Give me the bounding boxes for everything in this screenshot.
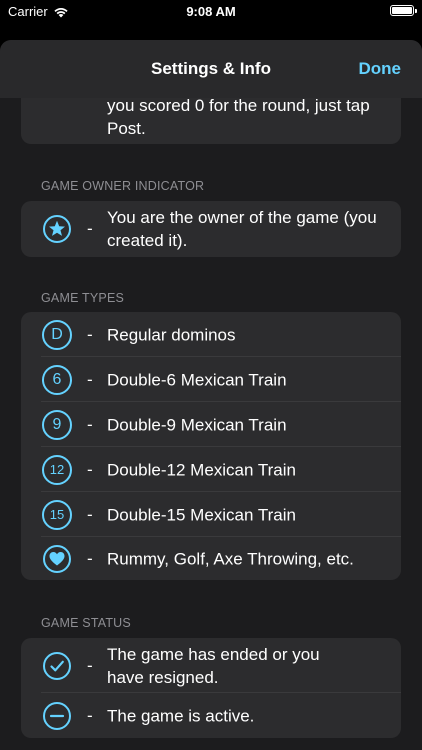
separator-dash: - [87, 655, 93, 675]
minus-circle-icon [42, 701, 72, 731]
twelve-circle-icon: 12 [42, 454, 72, 485]
status-ended-label: The game has ended or you have resigned. [107, 644, 320, 687]
game-type-label: Rummy, Golf, Axe Throwing, etc. [107, 549, 354, 568]
owner-card: - You are the owner of the game (you cre… [21, 201, 401, 257]
heart-circle-icon [42, 544, 72, 574]
list-item: - The game has ended or you have resigne… [21, 638, 401, 693]
separator-dash: - [87, 369, 93, 389]
separator-dash: - [87, 414, 93, 434]
game-type-label: Regular dominos [107, 325, 236, 344]
settings-sheet: Settings & Info Done you scored 0 for th… [0, 40, 422, 750]
separator-dash: - [87, 219, 93, 238]
separator-dash: - [87, 504, 93, 524]
list-item: 6 - Double-6 Mexican Train [21, 357, 401, 402]
game-type-label: Double-15 Mexican Train [107, 505, 296, 524]
separator-dash: - [87, 705, 93, 725]
list-item: 9 - Double-9 Mexican Train [21, 402, 401, 447]
owner-description: You are the owner of the game (you creat… [107, 208, 377, 250]
help-text: you scored 0 for the round, just tap Pos… [107, 96, 370, 138]
list-item: - The game is active. [21, 693, 401, 738]
separator-dash: - [87, 324, 93, 344]
list-item: 12 - Double-12 Mexican Train [21, 447, 401, 492]
list-item: 15 - Double-15 Mexican Train [21, 492, 401, 537]
list-item: D - Regular dominos [21, 312, 401, 357]
list-item: - Rummy, Golf, Axe Throwing, etc. [21, 537, 401, 580]
fifteen-circle-icon: 15 [42, 499, 72, 530]
screen: Carrier 9:08 AM Settings & Info Done you… [0, 0, 422, 750]
status-bar: Carrier 9:08 AM [0, 0, 422, 24]
d-circle-icon: D [42, 319, 72, 350]
game-type-label: Double-9 Mexican Train [107, 415, 287, 434]
game-type-label: Double-12 Mexican Train [107, 460, 296, 479]
nine-circle-icon: 9 [42, 409, 72, 440]
separator-dash: - [87, 459, 93, 479]
status-active-label: The game is active. [107, 706, 255, 725]
game-type-label: Double-6 Mexican Train [107, 370, 287, 389]
section-header-owner: GAME OWNER INDICATOR [41, 179, 205, 193]
game-types-card: D - Regular dominos 6 - Double-6 Mexican… [21, 312, 401, 580]
list-item: - You are the owner of the game (you cre… [21, 201, 401, 257]
star-circle-icon [42, 214, 72, 244]
separator-dash: - [87, 548, 93, 568]
navigation-bar: Settings & Info Done [0, 40, 422, 98]
clock: 9:08 AM [186, 4, 236, 19]
checkmark-circle-icon [42, 651, 72, 681]
battery-icon [390, 5, 417, 16]
six-circle-icon: 6 [42, 364, 72, 395]
section-header-types: GAME TYPES [41, 291, 125, 305]
done-button[interactable]: Done [359, 59, 402, 79]
game-status-card: - The game has ended or you have resigne… [21, 638, 401, 738]
section-header-status: GAME STATUS [41, 616, 131, 630]
